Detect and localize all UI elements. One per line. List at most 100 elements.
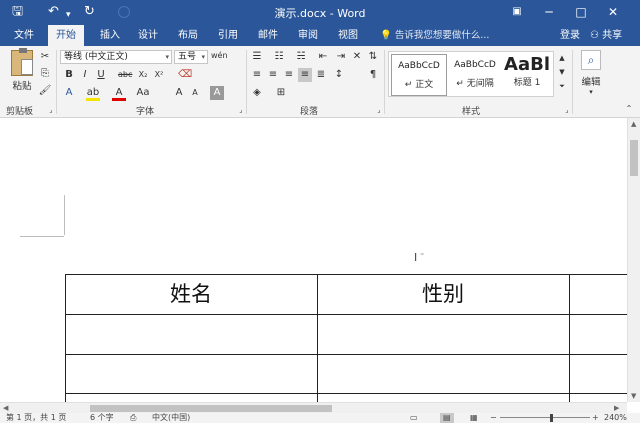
align-right-icon[interactable]: ≡: [282, 68, 296, 82]
table-cell-r2c2[interactable]: [318, 355, 569, 393]
print-layout-icon[interactable]: ▤: [440, 413, 454, 423]
styles-more-icon[interactable]: ⏷: [555, 79, 569, 93]
title-bar: 🖫 ↶ ▾ ↻ 演示.docx - Word ▣ ─ □ ✕: [0, 0, 640, 25]
cut-icon[interactable]: ✂: [38, 50, 52, 64]
tab-insert[interactable]: 插入: [92, 25, 128, 46]
minimize-button[interactable]: ─: [540, 3, 558, 21]
zoom-slider-thumb[interactable]: [550, 414, 553, 422]
increase-indent-icon[interactable]: ⇥: [334, 50, 348, 64]
sort-icon[interactable]: ⇅: [366, 50, 380, 64]
editing-button[interactable]: ⌕ 编辑 ▾: [578, 50, 604, 96]
zoom-slider[interactable]: [500, 417, 590, 418]
style-no-spacing[interactable]: AaBbCcD ↵ 无间隔: [447, 54, 503, 96]
lightbulb-icon: 💡: [380, 30, 392, 41]
tab-mailings[interactable]: 邮件: [250, 25, 286, 46]
decrease-indent-icon[interactable]: ⇤: [316, 50, 330, 64]
justify-icon[interactable]: ≡: [298, 68, 312, 82]
font-name-combo[interactable]: 等线 (中文正文) ▾: [60, 50, 172, 64]
bullets-icon[interactable]: ☰: [250, 50, 264, 64]
distributed-icon[interactable]: ≣: [314, 68, 328, 82]
multilevel-list-icon[interactable]: ☵: [294, 50, 308, 64]
horizontal-scroll-thumb[interactable]: [90, 405, 332, 412]
styles-scroll-up-icon[interactable]: ▲: [555, 51, 569, 65]
styles-scroll-down-icon[interactable]: ▼: [555, 65, 569, 79]
editing-label: 编辑: [581, 77, 601, 88]
align-left-icon[interactable]: ≡: [250, 68, 264, 82]
clipboard-group-label: 剪贴板: [6, 107, 34, 117]
ribbon-display-icon[interactable]: ▣: [508, 3, 526, 21]
scroll-right-icon[interactable]: ▶: [614, 404, 619, 412]
table-border-top: [65, 274, 627, 275]
clear-formatting-icon[interactable]: ⌫: [178, 68, 192, 82]
tab-view[interactable]: 视图: [330, 25, 366, 46]
subscript-button[interactable]: X₂: [136, 68, 150, 82]
line-spacing-icon[interactable]: ↕: [332, 68, 346, 82]
share-button[interactable]: ⚇ 共享: [590, 25, 622, 46]
collapse-ribbon-icon[interactable]: ⌃: [622, 102, 636, 116]
close-button[interactable]: ✕: [604, 3, 622, 21]
tab-references[interactable]: 引用: [210, 25, 246, 46]
underline-button[interactable]: U: [94, 68, 108, 82]
maximize-button[interactable]: □: [572, 3, 590, 21]
align-center-icon[interactable]: ≡: [266, 68, 280, 82]
table-border-col2: [569, 274, 570, 402]
proofing-icon[interactable]: ⎙: [130, 413, 136, 423]
change-case-button[interactable]: Aa: [136, 86, 150, 100]
zoom-out-icon[interactable]: −: [490, 413, 497, 423]
zoom-level[interactable]: 240%: [604, 413, 627, 423]
style-normal[interactable]: AaBbCcD ↵ 正文: [391, 54, 447, 96]
paragraph-group-label: 段落: [300, 107, 319, 117]
style-no-spacing-preview: AaBbCcD: [454, 60, 496, 70]
web-layout-icon[interactable]: ▦: [470, 413, 478, 423]
strikethrough-button[interactable]: abc: [118, 68, 132, 82]
vertical-scrollbar[interactable]: ▲ ▼: [627, 118, 640, 402]
read-mode-icon[interactable]: ▭: [410, 413, 418, 423]
font-size-combo[interactable]: 五号 ▾: [174, 50, 208, 64]
table-header-name[interactable]: 姓名: [65, 278, 317, 308]
margin-corner-horizontal: [20, 236, 64, 237]
scroll-up-icon[interactable]: ▲: [631, 120, 636, 128]
tab-design[interactable]: 设计: [130, 25, 166, 46]
vertical-scroll-thumb[interactable]: [630, 140, 638, 176]
word-count[interactable]: 6 个字: [90, 413, 114, 423]
tab-layout[interactable]: 布局: [170, 25, 206, 46]
scroll-left-icon[interactable]: ◀: [3, 404, 8, 412]
format-painter-icon[interactable]: 🖌: [38, 84, 52, 98]
table-cell-r1c1[interactable]: [66, 315, 317, 354]
italic-button[interactable]: I: [78, 68, 92, 82]
scroll-down-icon[interactable]: ▼: [631, 392, 636, 400]
grow-font-button[interactable]: A: [172, 86, 186, 100]
status-bar: 第 1 页，共 1 页 6 个字 ⎙ 中文(中国) ▭ ▤ ▦ − + 240%: [0, 413, 640, 423]
text-effects-button[interactable]: A: [62, 86, 76, 100]
zoom-in-icon[interactable]: +: [592, 413, 599, 423]
highlight-button[interactable]: ab: [86, 86, 100, 101]
paste-button[interactable]: 粘贴: [8, 48, 36, 92]
show-marks-icon[interactable]: ¶: [366, 68, 380, 82]
tab-home[interactable]: 开始: [48, 25, 84, 46]
horizontal-scrollbar[interactable]: ◀ ▶: [0, 402, 627, 413]
language-indicator[interactable]: 中文(中国): [152, 413, 190, 423]
shading-icon[interactable]: ◈: [250, 86, 264, 100]
chinese-layout-icon[interactable]: ✕: [350, 50, 364, 64]
page-count[interactable]: 第 1 页，共 1 页: [6, 413, 66, 423]
tab-review[interactable]: 审阅: [290, 25, 326, 46]
numbering-icon[interactable]: ☷: [272, 50, 286, 64]
font-color-button[interactable]: A: [112, 86, 126, 101]
character-shading-button[interactable]: A: [210, 86, 224, 100]
font-group-label: 字体: [136, 107, 155, 117]
style-heading1[interactable]: AaBl 标题 1: [501, 54, 553, 96]
share-label: 共享: [602, 30, 623, 41]
tab-file[interactable]: 文件: [6, 25, 42, 46]
table-cell-r1c2[interactable]: [318, 315, 569, 354]
copy-icon[interactable]: ⎘: [38, 67, 52, 81]
bold-button[interactable]: B: [62, 68, 76, 82]
login-link[interactable]: 登录: [560, 25, 580, 46]
table-header-gender[interactable]: 性别: [317, 278, 569, 308]
document-canvas[interactable]: ⁼ I 姓名 性别: [0, 118, 627, 402]
borders-icon[interactable]: ⊞: [274, 86, 288, 100]
phonetic-guide-icon[interactable]: wén: [211, 49, 228, 63]
shrink-font-button[interactable]: A: [188, 86, 202, 100]
tell-me-search[interactable]: 💡 告诉我您想要做什么...: [380, 25, 489, 46]
superscript-button[interactable]: X²: [152, 68, 166, 82]
table-cell-r2c1[interactable]: [66, 355, 317, 393]
